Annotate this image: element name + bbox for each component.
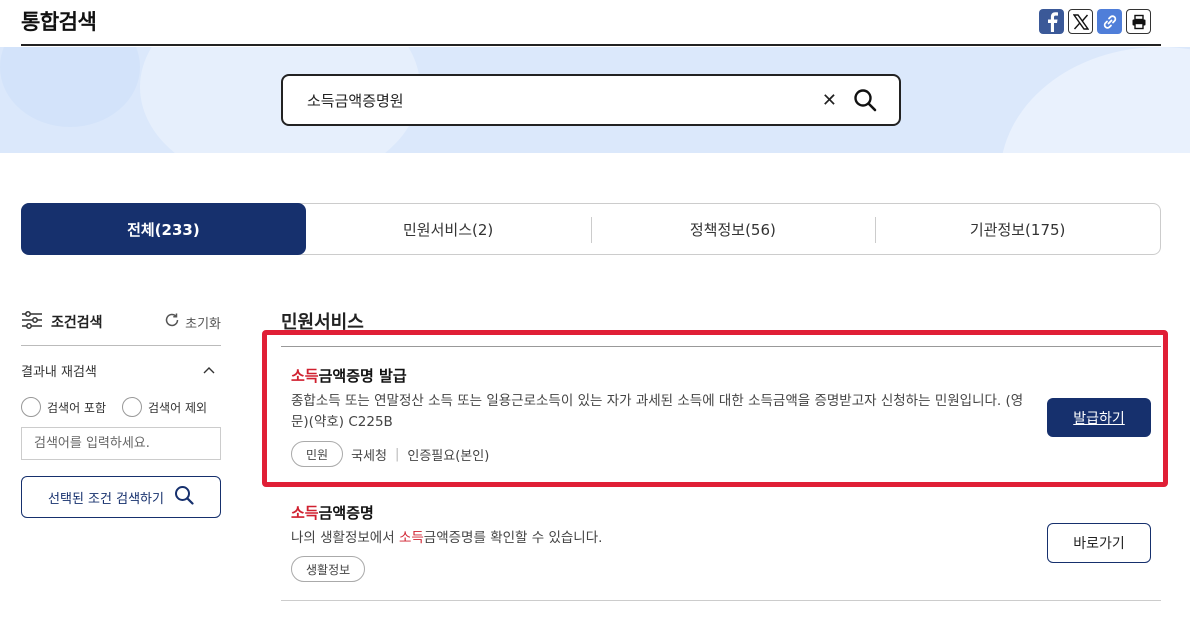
reset-button[interactable]: 초기화 bbox=[164, 312, 221, 332]
result-meta: 생활정보 bbox=[291, 556, 366, 582]
result-description: 나의 생활정보에서 소득금액증명를 확인할 수 있습니다. bbox=[291, 528, 602, 549]
result-title[interactable]: 소득금액증명 bbox=[291, 502, 374, 523]
clear-icon[interactable]: ✕ bbox=[822, 90, 837, 111]
keyword-mode-radios: 검색어 포함 검색어 제외 bbox=[21, 397, 207, 417]
sidebar-divider bbox=[21, 345, 221, 346]
radio-include-label: 검색어 포함 bbox=[47, 400, 107, 415]
filter-icon bbox=[21, 310, 43, 334]
title-divider bbox=[21, 44, 1161, 46]
radio-exclude[interactable]: 검색어 제외 bbox=[122, 397, 207, 417]
radio-exclude-dot[interactable] bbox=[122, 397, 143, 417]
share-toolbar bbox=[1039, 9, 1151, 34]
desc-highlight: 소득 bbox=[398, 530, 424, 546]
tab-agency-info[interactable]: 기관정보(175) bbox=[875, 204, 1160, 254]
tab-civil-services[interactable]: 민원서비스(2) bbox=[306, 204, 591, 254]
print-icon[interactable] bbox=[1126, 9, 1151, 34]
title-highlight: 소득 bbox=[291, 504, 319, 522]
x-icon[interactable] bbox=[1068, 9, 1093, 34]
keyword-input[interactable] bbox=[21, 427, 221, 460]
tab-all[interactable]: 전체(233) bbox=[21, 203, 306, 255]
link-icon[interactable] bbox=[1097, 9, 1122, 34]
condition-search-button[interactable]: 선택된 조건 검색하기 bbox=[21, 476, 221, 518]
page-title: 통합검색 bbox=[21, 10, 97, 34]
radio-include-dot[interactable] bbox=[21, 397, 41, 417]
radio-exclude-label: 검색어 제외 bbox=[148, 400, 208, 415]
refine-search-toggle[interactable]: 결과내 재검색 bbox=[21, 361, 221, 380]
title-text: 금액증명 bbox=[318, 504, 374, 522]
facebook-icon[interactable] bbox=[1039, 9, 1064, 34]
search-icon bbox=[174, 485, 194, 509]
refine-search-label: 결과내 재검색 bbox=[21, 365, 97, 380]
filter-header: 조건검색 초기화 bbox=[21, 310, 221, 334]
condition-search-label: 선택된 조건 검색하기 bbox=[48, 491, 164, 507]
desc-text: 나의 생활정보에서 bbox=[291, 530, 399, 546]
desc-text: 금액증명를 확인할 수 있습니다. bbox=[423, 530, 603, 546]
category-chip: 생활정보 bbox=[291, 556, 366, 582]
chevron-up-icon bbox=[203, 363, 215, 378]
reset-label: 초기화 bbox=[185, 316, 221, 332]
radio-include[interactable]: 검색어 포함 bbox=[21, 397, 106, 417]
filter-title: 조건검색 bbox=[51, 315, 103, 331]
search-icon[interactable] bbox=[853, 88, 877, 112]
search-banner: 소득금액증명원 ✕ bbox=[0, 47, 1190, 153]
search-input[interactable]: 소득금액증명원 bbox=[307, 90, 822, 111]
tab-policy-info[interactable]: 정책정보(56) bbox=[590, 204, 876, 254]
category-tabs: 전체(233) 민원서비스(2) 정책정보(56) 기관정보(175) bbox=[21, 203, 1161, 255]
highlight-box bbox=[262, 330, 1168, 487]
results-divider bbox=[281, 600, 1161, 601]
go-button[interactable]: 바로가기 bbox=[1047, 523, 1151, 563]
search-box: 소득금액증명원 ✕ bbox=[281, 74, 901, 126]
refresh-icon bbox=[164, 312, 180, 332]
